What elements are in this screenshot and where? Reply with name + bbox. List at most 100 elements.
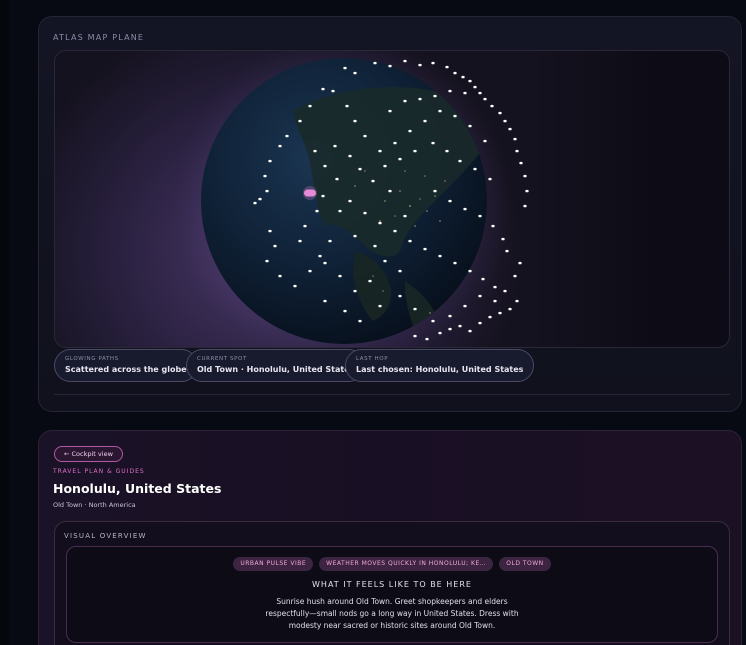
location-dot[interactable] <box>323 299 327 303</box>
location-dot[interactable] <box>358 167 362 171</box>
location-dot[interactable] <box>398 294 402 298</box>
location-dot[interactable] <box>393 141 397 145</box>
cockpit-view-button[interactable]: ← Cockpit view <box>54 446 123 462</box>
location-dot[interactable] <box>363 211 367 215</box>
location-dot[interactable] <box>448 314 452 318</box>
location-dot[interactable] <box>438 331 442 335</box>
location-dot[interactable] <box>353 119 357 123</box>
location-dot[interactable] <box>373 244 377 248</box>
location-dot[interactable] <box>378 304 382 308</box>
location-dot[interactable] <box>278 144 282 148</box>
location-dot[interactable] <box>468 269 472 273</box>
location-dot[interactable] <box>265 259 269 263</box>
location-dot[interactable] <box>515 149 519 153</box>
location-dot[interactable] <box>501 237 505 241</box>
location-dot[interactable] <box>373 61 377 65</box>
location-dot[interactable] <box>478 214 482 218</box>
location-dot[interactable] <box>481 277 485 281</box>
location-dot[interactable] <box>458 324 462 328</box>
location-dot[interactable] <box>403 59 407 63</box>
location-dot[interactable] <box>285 134 289 138</box>
location-dot[interactable] <box>453 261 457 265</box>
location-dot[interactable] <box>508 307 512 311</box>
location-dot[interactable] <box>433 189 437 193</box>
location-dot[interactable] <box>513 137 517 141</box>
location-dot[interactable] <box>468 124 472 128</box>
location-dot[interactable] <box>328 239 332 243</box>
tag-neighborhood[interactable]: OLD TOWN <box>499 557 551 571</box>
location-dot[interactable] <box>445 149 449 153</box>
location-dot[interactable] <box>383 259 387 263</box>
location-dot[interactable] <box>408 129 412 133</box>
location-dot[interactable] <box>338 274 342 278</box>
location-dot[interactable] <box>268 229 272 233</box>
location-dot[interactable] <box>368 279 372 283</box>
location-dot[interactable] <box>338 209 342 213</box>
location-dot[interactable] <box>353 234 357 238</box>
globe-map[interactable] <box>54 50 730 348</box>
location-dot[interactable] <box>423 119 427 123</box>
location-dot[interactable] <box>333 144 337 148</box>
chip-glowing-paths[interactable]: GLOWING PATHS Scattered across the globe <box>54 349 198 382</box>
location-dot[interactable] <box>278 274 282 278</box>
location-dot[interactable] <box>343 309 347 313</box>
location-dot[interactable] <box>493 299 497 303</box>
location-dot[interactable] <box>425 337 429 341</box>
location-dot[interactable] <box>508 127 512 131</box>
location-dot[interactable] <box>348 154 352 158</box>
location-dot[interactable] <box>418 63 422 67</box>
chip-current-spot[interactable]: CURRENT SPOT Old Town · Honolulu, United… <box>186 349 366 382</box>
location-dot[interactable] <box>453 114 457 118</box>
location-dot[interactable] <box>468 79 472 83</box>
location-dot[interactable] <box>378 221 382 225</box>
location-dot[interactable] <box>413 334 417 338</box>
location-dot[interactable] <box>353 71 357 75</box>
location-dot[interactable] <box>321 87 325 91</box>
location-dot[interactable] <box>383 164 387 168</box>
location-dot[interactable] <box>398 157 402 161</box>
current-location-marker[interactable] <box>303 186 317 200</box>
location-dot[interactable] <box>503 289 507 293</box>
location-dot[interactable] <box>308 269 312 273</box>
location-dot[interactable] <box>458 159 462 163</box>
location-dot[interactable] <box>448 89 452 93</box>
location-dot[interactable] <box>468 329 472 333</box>
location-dot[interactable] <box>293 284 297 288</box>
location-dot[interactable] <box>358 319 362 323</box>
location-dot[interactable] <box>431 61 435 65</box>
tag-weather[interactable]: WEATHER MOVES QUICKLY IN HONOLULU; KE… <box>319 557 494 571</box>
location-dot[interactable] <box>505 249 509 253</box>
location-dot[interactable] <box>323 164 327 168</box>
location-dot[interactable] <box>253 201 257 205</box>
tag-vibe[interactable]: URBAN PULSE VIBE <box>233 557 314 571</box>
location-dot[interactable] <box>318 254 322 258</box>
location-dot[interactable] <box>483 139 487 143</box>
location-dot[interactable] <box>308 104 312 108</box>
location-dot[interactable] <box>335 177 339 181</box>
location-dot[interactable] <box>258 197 262 201</box>
location-dot[interactable] <box>371 179 375 183</box>
location-dot[interactable] <box>493 285 497 289</box>
location-dot[interactable] <box>323 261 327 265</box>
location-dot[interactable] <box>348 199 352 203</box>
location-dot[interactable] <box>273 244 277 248</box>
location-dot[interactable] <box>433 94 437 98</box>
location-dot[interactable] <box>488 177 492 181</box>
location-dot[interactable] <box>498 311 502 315</box>
location-dot[interactable] <box>498 111 502 115</box>
location-dot[interactable] <box>408 239 412 243</box>
location-dot[interactable] <box>438 109 442 113</box>
location-dot[interactable] <box>515 299 519 303</box>
location-dot[interactable] <box>403 99 407 103</box>
location-dot[interactable] <box>353 289 357 293</box>
location-dot[interactable] <box>265 189 269 193</box>
location-dot[interactable] <box>393 229 397 233</box>
location-dot[interactable] <box>490 104 494 108</box>
location-dot[interactable] <box>321 194 325 198</box>
location-dot[interactable] <box>363 134 367 138</box>
location-dot[interactable] <box>448 199 452 203</box>
location-dot[interactable] <box>403 214 407 218</box>
location-dot[interactable] <box>463 207 467 211</box>
location-dot[interactable] <box>463 304 467 308</box>
location-dot[interactable] <box>473 85 477 89</box>
